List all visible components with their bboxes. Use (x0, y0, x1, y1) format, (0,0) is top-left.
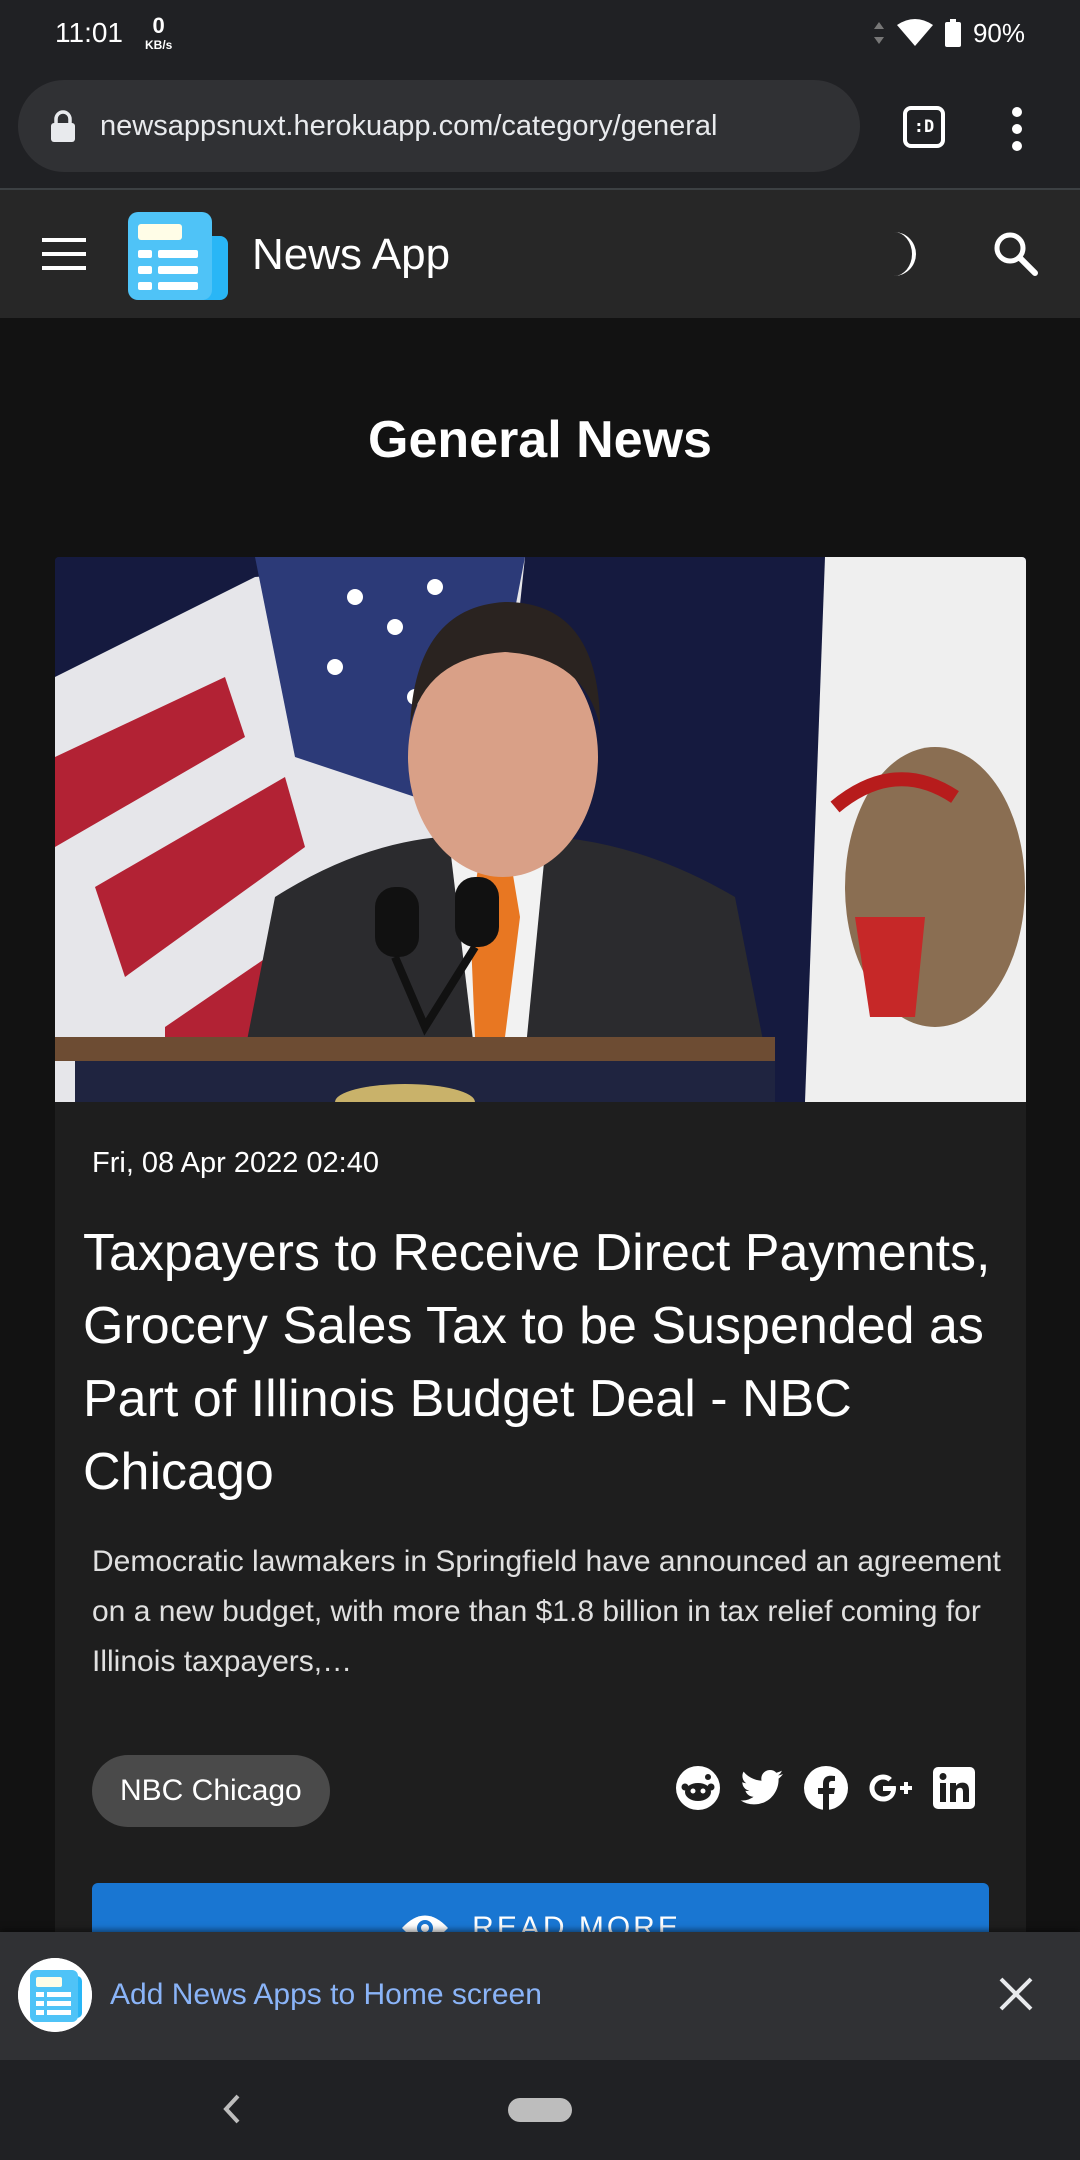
page-title: General News (368, 411, 712, 469)
data-arrows-icon (873, 22, 884, 44)
tab-switcher-button[interactable]: :D (903, 106, 945, 148)
reddit-icon[interactable] (675, 1765, 721, 1811)
news-app-logo[interactable] (128, 210, 230, 302)
linkedin-icon[interactable] (931, 1765, 977, 1811)
dark-mode-toggle-icon[interactable] (884, 230, 930, 278)
status-icons: 90% (873, 18, 1025, 49)
google-plus-icon[interactable] (867, 1765, 913, 1811)
app-title[interactable]: News App (252, 230, 450, 280)
screen: 11:01 0 KB/s 90% newsappsnuxt.herokuapp.… (0, 0, 1080, 2160)
article-image[interactable] (55, 557, 1026, 1102)
back-icon[interactable] (220, 2092, 242, 2126)
battery-icon (944, 19, 961, 47)
source-chip[interactable]: NBC Chicago (92, 1755, 330, 1827)
wifi-icon (896, 19, 933, 46)
add-to-home-screen-link[interactable]: Add News Apps to Home screen (110, 1978, 542, 2012)
system-nav-bar (0, 2060, 1080, 2160)
more-options-icon[interactable] (1000, 104, 1034, 154)
net-speed-value: 0 (152, 13, 165, 38)
article-card[interactable]: Fri, 08 Apr 2022 02:40 Taxpayers to Rece… (55, 557, 1026, 2057)
banner-app-logo (18, 1958, 92, 2032)
menu-icon[interactable] (42, 238, 86, 270)
app-bar: News App (0, 190, 1080, 318)
battery-percent: 90% (972, 17, 1025, 48)
status-time: 11:01 (55, 17, 123, 48)
add-to-home-screen-banner[interactable]: Add News Apps to Home screen (0, 1932, 1080, 2060)
article-description: Democratic lawmakers in Springfield have… (92, 1545, 1001, 1678)
lock-icon (51, 110, 75, 142)
search-icon[interactable] (992, 230, 1038, 276)
article-title[interactable]: Taxpayers to Receive Direct Payments, Gr… (83, 1217, 1003, 1509)
source-label: NBC Chicago (120, 1774, 302, 1807)
share-buttons (675, 1765, 977, 1811)
net-speed-unit: KB/s (145, 38, 173, 52)
close-icon[interactable] (998, 1976, 1034, 2012)
article-date: Fri, 08 Apr 2022 02:40 (92, 1147, 379, 1179)
net-speed: 0 KB/s (145, 13, 173, 52)
facebook-icon[interactable] (803, 1765, 849, 1811)
url-text: newsappsnuxt.herokuapp.com/category/gene… (100, 109, 718, 142)
browser-toolbar: newsappsnuxt.herokuapp.com/category/gene… (0, 66, 1080, 190)
twitter-icon[interactable] (739, 1765, 785, 1811)
url-bar[interactable]: newsappsnuxt.herokuapp.com/category/gene… (18, 80, 860, 172)
home-pill[interactable] (508, 2098, 572, 2122)
status-bar: 11:01 0 KB/s 90% (0, 0, 1080, 66)
